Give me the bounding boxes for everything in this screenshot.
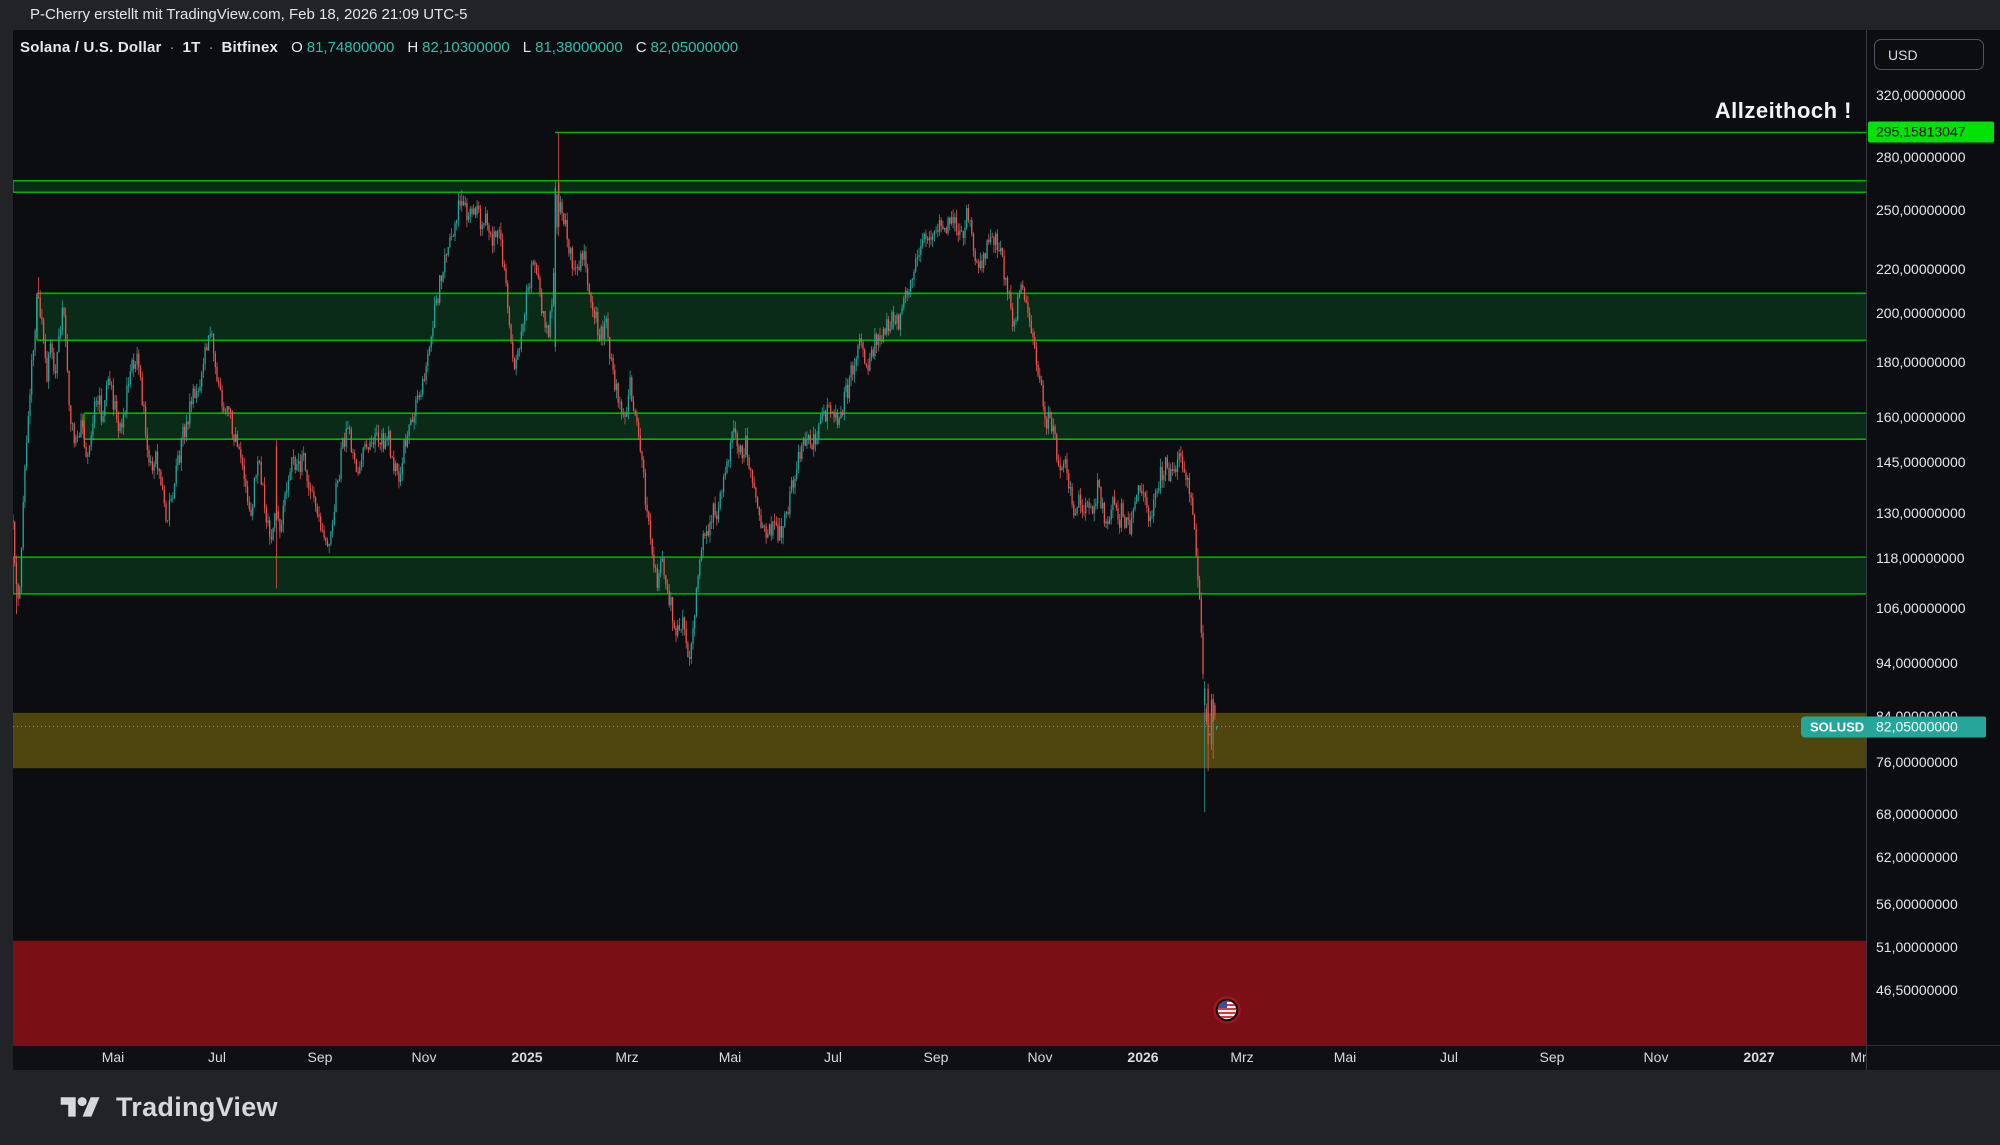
price-tick-label: 62,00000000 — [1876, 849, 1958, 865]
zone-demand-52[interactable] — [13, 941, 1866, 1045]
price-tick-label: 280,00000000 — [1876, 149, 1966, 165]
left-gutter — [0, 30, 13, 1070]
low-value: 81,38000000 — [535, 39, 623, 56]
footer-bar: TradingView — [0, 1070, 2000, 1145]
time-tick-label: Nov — [1028, 1049, 1053, 1065]
currency-button[interactable]: USD — [1874, 39, 1984, 70]
tradingview-logo-icon[interactable] — [58, 1093, 102, 1123]
ath-price-label: 295,15813047 — [1868, 122, 1994, 143]
last-price-label: 82,05000000 — [1868, 716, 1986, 737]
down-candle-bodies — [13, 183, 1215, 745]
price-tick-label: 130,00000000 — [1876, 505, 1966, 521]
time-tick-label: Jul — [1440, 1049, 1458, 1065]
axis-corner — [1866, 1045, 2000, 1070]
attribution-text: P-Cherry erstellt mit TradingView.com, F… — [30, 6, 467, 23]
symbol-title[interactable]: Solana / U.S. Dollar — [20, 39, 162, 56]
time-tick-label: Jul — [208, 1049, 226, 1065]
price-tick-label: 220,00000000 — [1876, 261, 1966, 277]
down-candle-wicks — [13, 133, 1215, 772]
time-tick-label: Mrz — [615, 1049, 638, 1065]
zone-demand-118[interactable] — [13, 557, 1866, 594]
tradingview-screenshot: P-Cherry erstellt mit TradingView.com, F… — [0, 0, 2000, 1145]
price-tick-label: 320,00000000 — [1876, 87, 1966, 103]
zone-supply-200[interactable] — [37, 293, 1866, 340]
time-tick-label: Sep — [308, 1049, 333, 1065]
price-tick-label: 118,00000000 — [1876, 550, 1965, 566]
price-tick-label: 106,00000000 — [1876, 600, 1966, 616]
price-tick-label: 200,00000000 — [1876, 305, 1966, 321]
price-tick-label: 145,00000000 — [1876, 454, 1966, 470]
time-tick-label: Mrz — [1850, 1049, 1866, 1065]
high-value: 82,10300000 — [422, 39, 510, 56]
price-tick-label: 51,00000000 — [1876, 939, 1958, 955]
us-economic-event-flag[interactable] — [1215, 998, 1240, 1023]
close-value: 82,05000000 — [651, 39, 739, 56]
time-tick-label: Mai — [719, 1049, 742, 1065]
zone-resistance-260[interactable] — [13, 181, 1866, 192]
ath-annotation[interactable]: Allzeithoch ! — [1715, 98, 1852, 124]
legend-separator: · — [207, 39, 214, 56]
price-axis[interactable]: USD 320,00000000 280,00000000 250,00000000… — [1866, 30, 2000, 1045]
time-tick-label: 2027 — [1743, 1049, 1774, 1065]
candlestick-chart[interactable] — [13, 30, 1866, 1045]
low-label: L — [523, 39, 531, 56]
price-tick-label: 94,00000000 — [1876, 655, 1958, 671]
symbol-price-tag: SOLUSD — [1801, 716, 1873, 737]
open-value: 81,74800000 — [307, 39, 395, 56]
time-tick-label: Jul — [824, 1049, 842, 1065]
price-tick-label: 180,00000000 — [1876, 354, 1966, 370]
price-tick-label: 76,00000000 — [1876, 754, 1958, 770]
time-tick-label: Sep — [924, 1049, 949, 1065]
open-label: O — [291, 39, 303, 56]
legend-separator: · — [169, 39, 176, 56]
price-tick-label: 56,00000000 — [1876, 896, 1958, 912]
time-tick-label: Nov — [1644, 1049, 1669, 1065]
price-tick-label: 160,00000000 — [1876, 409, 1966, 425]
high-label: H — [407, 39, 418, 56]
exchange-label[interactable]: Bitfinex — [221, 39, 278, 56]
up-candle-bodies — [20, 188, 1217, 744]
price-tick-label: 250,00000000 — [1876, 202, 1966, 218]
time-tick-label: Nov — [412, 1049, 437, 1065]
tradingview-wordmark[interactable]: TradingView — [116, 1092, 278, 1123]
time-axis[interactable]: Mai Jul Sep Nov 2025 Mrz Mai Jul Sep Nov 2026 Mrz Ma… — [13, 1045, 1866, 1070]
time-tick-label: Mai — [102, 1049, 125, 1065]
price-tick-label: 46,50000000 — [1876, 982, 1958, 998]
timeframe-label[interactable]: 1T — [183, 39, 201, 56]
chart-legend[interactable]: Solana / U.S. Dollar · 1T · Bitfinex O 8… — [20, 36, 738, 58]
time-tick-label: Sep — [1540, 1049, 1565, 1065]
close-label: C — [636, 39, 647, 56]
zone-demand-84[interactable] — [13, 713, 1866, 768]
time-tick-label: Mrz — [1230, 1049, 1253, 1065]
price-tick-label: 68,00000000 — [1876, 806, 1958, 822]
time-tick-label: 2026 — [1127, 1049, 1158, 1065]
attribution-bar: P-Cherry erstellt mit TradingView.com, F… — [0, 0, 2000, 30]
time-tick-label: Mai — [1334, 1049, 1357, 1065]
time-tick-label: 2025 — [511, 1049, 542, 1065]
chart-pane[interactable] — [13, 30, 1866, 1045]
